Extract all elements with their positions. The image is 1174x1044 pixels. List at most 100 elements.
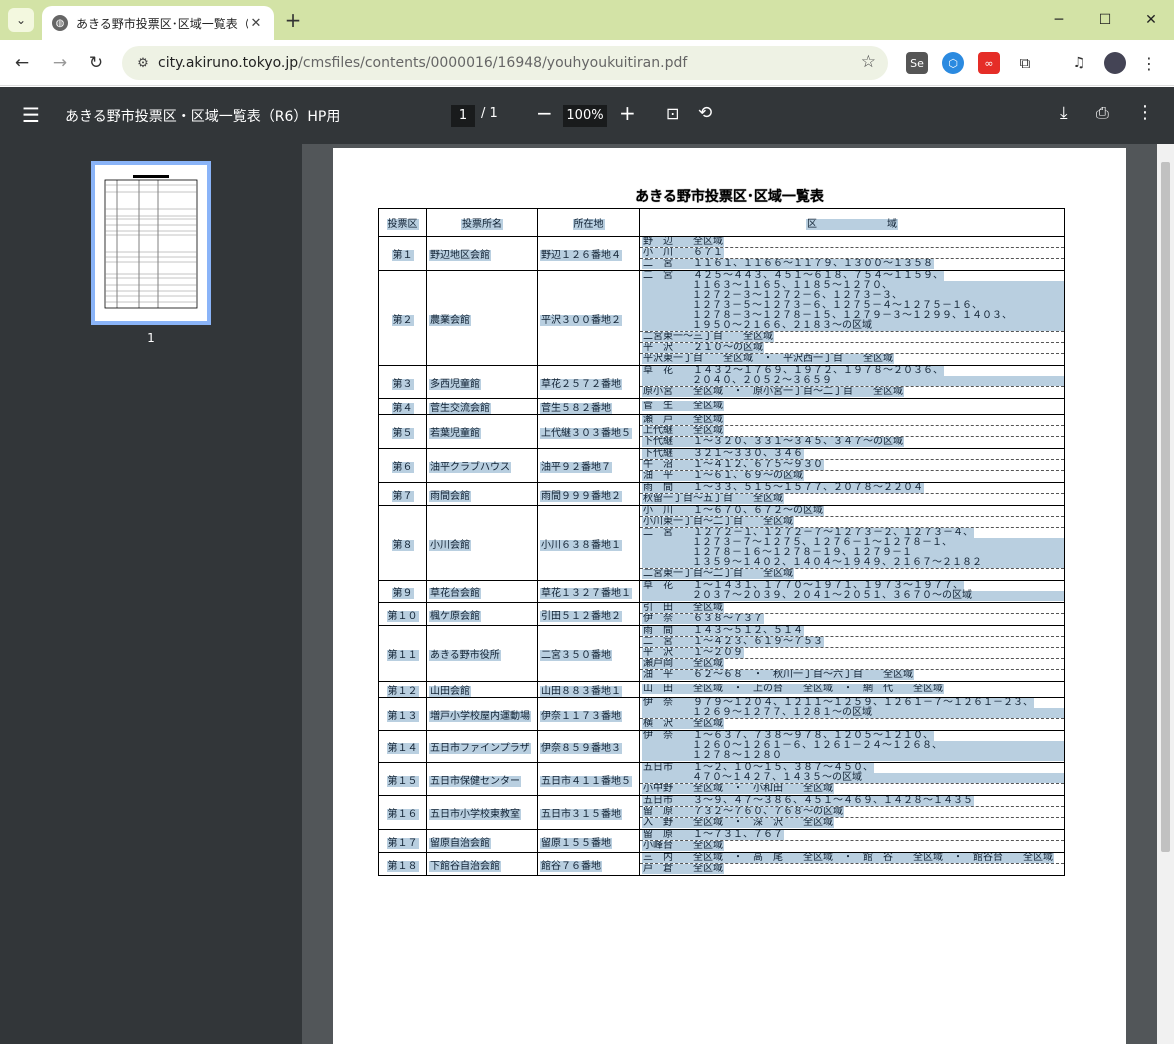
- polling-station-address: 館谷７６番地: [537, 852, 640, 876]
- area-text: 小中野 全区域 ・ 小和田 全区域: [642, 784, 834, 794]
- vertical-scrollbar[interactable]: [1157, 144, 1174, 1044]
- browser-toolbar: ← → ↻ ⚙ city.akiruno.tokyo.jp/cmsfiles/c…: [0, 40, 1174, 86]
- area-text: 二 宮 １～４２３、６１９～７５３: [642, 637, 824, 647]
- polling-station-name: 楓ケ原会館: [426, 602, 538, 626]
- area-text: 戸 倉 全区域: [642, 864, 724, 874]
- precinct-number: 第１６: [378, 795, 427, 830]
- area-cell: 草 花 １４３２～１７６９、１９７２、１９７８～２０３６、 ２０４０、２０５２～３…: [639, 365, 1065, 399]
- polling-station-name: 草花台会館: [426, 580, 538, 603]
- precinct-number: 第１１: [378, 625, 427, 682]
- close-icon[interactable]: ✕: [248, 16, 264, 31]
- polling-station-address-text: 二宮３５０番地: [540, 650, 612, 661]
- print-icon[interactable]: ⎙: [1096, 103, 1109, 123]
- pdf-title: あきる野市投票区・区域一覧表（R6）HP用: [65, 109, 341, 125]
- area-cell: 五日市 １～２、１０～１５、３８７～４５０、 ４７０～１４２７、１４３５～の区域小…: [639, 762, 1065, 796]
- pdf-page: あきる野市投票区･区域一覧表 投票区 投票所名 所在地 区 域 第１ 野辺地区会館…: [333, 148, 1126, 1044]
- area-line: 原小宮 全区域 ・ 原小宮一丁目～二丁目 全区域: [640, 387, 1064, 398]
- thumbnail-preview: [104, 175, 198, 309]
- precinct-number: 第５: [378, 414, 427, 449]
- table-row: 第１３ 増戸小学校屋内運動場 伊奈１１７３番地 伊 奈 ９７９～１２０４、１２１１～１…: [378, 697, 1065, 731]
- tab-list-button[interactable]: ⌄: [8, 8, 34, 32]
- polling-station-name-text: 五日市ファインプラザ: [429, 743, 531, 754]
- more-options-icon[interactable]: ⋮: [1136, 102, 1154, 123]
- area-line: 秋留一丁目～五丁目 全区域: [640, 494, 1064, 505]
- area-line: 小 川 １～６７０、６７２～の区域: [640, 506, 1064, 517]
- area-line: 平 沢 ２１０～の区域: [640, 343, 1064, 354]
- area-line: 三 内 全区域 ・ 高 尾 全区域 ・ 館 谷 全区域 ・ 館谷台 全区域: [640, 853, 1064, 864]
- polling-station-address: 草花１３２７番地１: [537, 580, 640, 603]
- address-bar[interactable]: ⚙ city.akiruno.tokyo.jp/cmsfiles/content…: [122, 46, 888, 80]
- media-control-icon[interactable]: ♫: [1068, 52, 1090, 74]
- precinct-number: 第９: [378, 580, 427, 603]
- profile-avatar[interactable]: [1104, 52, 1126, 74]
- polling-station-address-text: 油平９２番地７: [540, 462, 612, 473]
- forward-button[interactable]: →: [46, 49, 74, 77]
- polling-station-name-text: 多西児童館: [429, 378, 481, 390]
- polling-station-address-text: 平沢３００番地２: [540, 314, 622, 326]
- area-line: 草 花 １４３２～１７６９、１９７２、１９７８～２０３６、 ２０４０、２０５２～３…: [640, 366, 1064, 387]
- record-extension-icon[interactable]: ∞: [978, 52, 1000, 74]
- precinct-number: 第２: [378, 270, 427, 366]
- table-row: 第１ 野辺地区会館 野辺１２６番地４ 野 辺 全区域小 川 ６７１ 二 宮 １１６１、１…: [378, 236, 1065, 271]
- bookmark-star-icon[interactable]: ☆: [861, 52, 876, 72]
- pdf-viewer[interactable]: あきる野市投票区･区域一覧表 投票区 投票所名 所在地 区 域 第１ 野辺地区会館…: [302, 144, 1157, 1044]
- polling-station-address: 五日市４１１番地５: [537, 762, 640, 796]
- extensions-puzzle-icon[interactable]: ⧉: [1014, 52, 1036, 74]
- scrollbar-thumb[interactable]: [1161, 162, 1170, 852]
- fit-page-icon[interactable]: ⊡: [666, 104, 679, 123]
- new-tab-button[interactable]: +: [282, 8, 304, 32]
- polling-station-name: 雨間会館: [426, 482, 538, 506]
- area-cell: 五日市 ３～９、４７～３８６、４５１～４６９、１４２８～１４３５ 留 原 ７３２～…: [639, 795, 1065, 830]
- minimize-button[interactable]: ─: [1036, 0, 1082, 40]
- tab-strip: ⌄ ◍ あきる野市投票区･区域一覧表（R6）HP用 ✕ + ─ ☐ ✕: [0, 0, 1174, 40]
- area-line: 菅 生 全区域: [640, 401, 1064, 412]
- hamburger-menu-icon[interactable]: ☰: [22, 103, 40, 127]
- area-text: 原小宮 全区域 ・ 原小宮一丁目～二丁目 全区域: [642, 387, 904, 397]
- maximize-button[interactable]: ☐: [1082, 0, 1128, 40]
- header-address: 所在地: [537, 208, 640, 237]
- window-close-button[interactable]: ✕: [1128, 0, 1174, 40]
- area-line: 平 沢 １～２０９: [640, 648, 1064, 659]
- precinct-number: 第１３: [378, 697, 427, 731]
- area-line: 野 辺 全区域: [640, 237, 1064, 248]
- table-row: 第１８ 下館谷自治会館 館谷７６番地 三 内 全区域 ・ 高 尾 全区域 ・ 館 谷 …: [378, 852, 1065, 876]
- polling-station-address-text: 五日市３１５番地: [540, 809, 622, 820]
- reload-button[interactable]: ↻: [82, 49, 110, 77]
- page-number-input[interactable]: 1: [451, 105, 475, 127]
- area-line: 雨 間 １４３～５１２、５１４: [640, 626, 1064, 637]
- area-text: １３５９～１４０２、１４０４～１９４９、２１６７～２１８２: [642, 558, 1064, 568]
- page-thumbnail[interactable]: [91, 161, 211, 325]
- area-text: 牛 沼 １～４１２、６７５～９３０: [642, 460, 824, 470]
- browser-tab[interactable]: ◍ あきる野市投票区･区域一覧表（R6）HP用 ✕: [42, 6, 274, 40]
- area-line: 上代継 全区域: [640, 426, 1064, 437]
- area-text: 二宮東一～三丁目 全区域: [642, 332, 774, 342]
- area-text: 油 平 １～６１、６９～の区域: [642, 471, 804, 481]
- polling-station-address: 留原１５５番地: [537, 829, 640, 853]
- globe-icon: ◍: [52, 15, 68, 31]
- download-icon[interactable]: ⤓: [1060, 103, 1068, 123]
- extension-icon[interactable]: ⬡: [942, 52, 964, 74]
- site-settings-icon[interactable]: ⚙: [128, 56, 158, 71]
- rotate-icon[interactable]: ⟲: [698, 103, 712, 123]
- zoom-in-icon[interactable]: +: [619, 101, 636, 125]
- selenium-extension-icon[interactable]: Se: [906, 52, 928, 74]
- table-row: 第６ 油平クラブハウス 油平９２番地７ 下代継 ３２１～３３０、３４６ 牛 沼 １～４１…: [378, 448, 1065, 483]
- area-cell: 伊 奈 １～６３７、７３８～９７８、１２０５～１２１０、 １２６０～１２６１－６、…: [639, 730, 1065, 763]
- area-text: 三 内 全区域 ・ 高 尾 全区域 ・ 館 谷 全区域 ・ 館谷台 全区域: [642, 853, 1054, 863]
- area-line: 戸 倉 全区域: [640, 864, 1064, 875]
- area-line: 小川東一丁目～二丁目 全区域: [640, 517, 1064, 528]
- zoom-out-icon[interactable]: −: [536, 101, 553, 125]
- precinct-number-text: 第３: [391, 378, 414, 390]
- precinct-number: 第１５: [378, 762, 427, 796]
- table-row: 第２ 農業会館 平沢３００番地２ 二 宮 ４２５～４４３、４５１～６１８、７５４～１１…: [378, 270, 1065, 366]
- area-line: 山 田 全区域 ・ 上の台 全区域 ・ 網 代 全区域: [640, 684, 1064, 695]
- table-row: 第３ 多西児童館 草花２５７２番地 草 花 １４３２～１７６９、１９７２、１９７８～２…: [378, 365, 1065, 399]
- back-button[interactable]: ←: [8, 49, 36, 77]
- area-line: 下代継 １～３２０、３３１～３４５、３４７～の区域: [640, 437, 1064, 448]
- zoom-input[interactable]: 100%: [563, 105, 607, 127]
- browser-menu-icon[interactable]: ⋮: [1138, 52, 1160, 74]
- area-line: 伊 奈 ６３８～７３７: [640, 614, 1064, 625]
- polling-station-name-text: 楓ケ原会館: [429, 610, 481, 622]
- polling-station-address: 上代継３０３番地５: [537, 414, 640, 449]
- area-cell: 雨 間 １～３３、５１５～１５７７、２０７８～２２０４ 秋留一丁目～五丁目 全区域: [639, 482, 1065, 506]
